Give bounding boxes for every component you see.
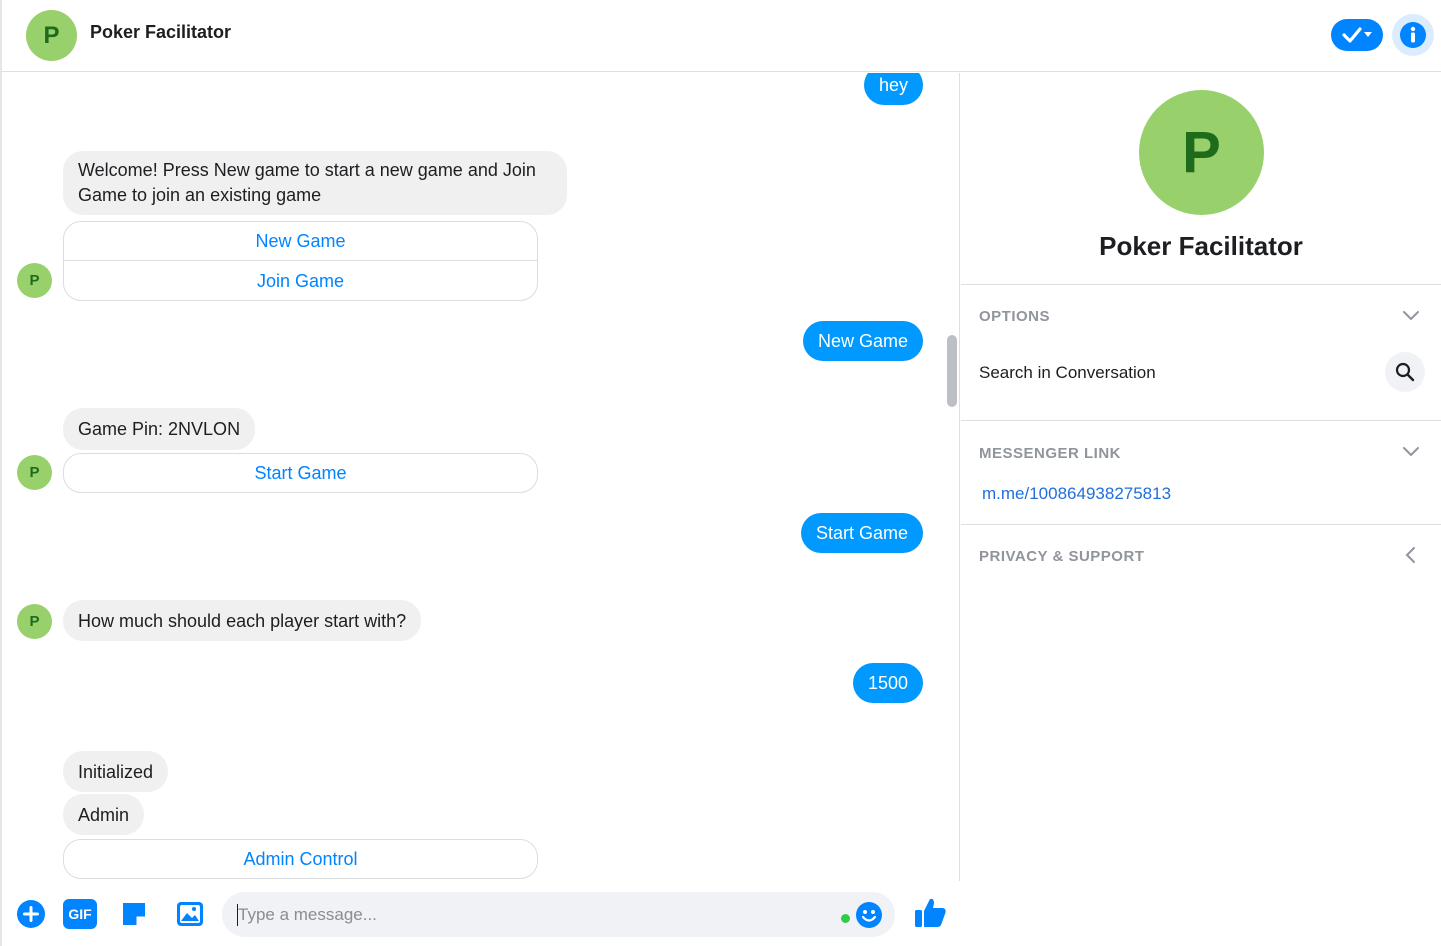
divider	[961, 524, 1441, 525]
outgoing-message: New Game	[802, 321, 923, 361]
divider	[961, 420, 1441, 421]
admin-control-button[interactable]: Admin Control	[64, 840, 537, 878]
bot-avatar[interactable]: P	[17, 455, 52, 490]
bot-avatar[interactable]: P	[17, 263, 52, 298]
header-avatar[interactable]: P	[26, 10, 77, 61]
chevron-left-icon[interactable]	[1401, 545, 1421, 565]
incoming-message: Game Pin: 2NVLON	[63, 408, 256, 450]
message-list[interactable]: hey Welcome! Press New game to start a n…	[2, 73, 960, 881]
smile-icon[interactable]	[855, 901, 883, 929]
search-button[interactable]	[1385, 352, 1425, 392]
conversation-title[interactable]: Poker Facilitator	[90, 22, 231, 43]
search-in-conversation[interactable]: Search in Conversation	[979, 363, 1156, 383]
bot-avatar[interactable]: P	[17, 604, 52, 639]
chevron-down-icon[interactable]	[1401, 442, 1421, 462]
new-game-button[interactable]: New Game	[64, 222, 537, 260]
check-icon	[1342, 27, 1362, 43]
info-panel: P Poker Facilitator OPTIONS Search in Co…	[961, 73, 1441, 946]
thumbs-up-icon[interactable]	[912, 896, 948, 930]
plus-icon[interactable]	[16, 899, 46, 929]
search-icon	[1395, 362, 1415, 382]
outgoing-message: hey	[863, 73, 923, 105]
join-game-button[interactable]: Join Game	[64, 260, 537, 300]
info-icon	[1400, 22, 1426, 48]
privacy-support-section-title[interactable]: PRIVACY & SUPPORT	[979, 548, 1144, 565]
caret-down-icon	[1364, 32, 1372, 37]
chevron-down-icon[interactable]	[1401, 306, 1421, 326]
conversation-header: P Poker Facilitator	[2, 0, 1441, 72]
incoming-message: Admin	[63, 794, 145, 835]
composer: GIF Type a message...	[2, 881, 960, 946]
outgoing-message: 1500	[852, 663, 923, 703]
profile-avatar[interactable]: P	[1139, 90, 1264, 215]
check-menu-button[interactable]	[1331, 19, 1383, 51]
incoming-message: Welcome! Press New game to start a new g…	[63, 151, 567, 215]
messenger-link[interactable]: m.me/100864938275813	[982, 484, 1171, 504]
gif-icon[interactable]: GIF	[63, 899, 97, 929]
message-line: Welcome! Press New game to start a new g…	[78, 160, 536, 180]
message-placeholder: Type a message...	[238, 905, 377, 924]
divider	[961, 284, 1441, 285]
info-button[interactable]	[1392, 14, 1434, 56]
sticker-icon[interactable]	[119, 899, 149, 929]
online-dot	[841, 914, 850, 923]
button-template: Start Game	[63, 453, 538, 493]
outgoing-message: Start Game	[800, 513, 923, 553]
button-template: Admin Control	[63, 839, 538, 879]
start-game-button[interactable]: Start Game	[64, 454, 537, 492]
messenger-link-section-title[interactable]: MESSENGER LINK	[979, 445, 1121, 462]
incoming-message: How much should each player start with?	[63, 600, 422, 641]
incoming-message: Initialized	[63, 751, 169, 792]
message-line: Game to join an existing game	[78, 185, 322, 205]
scrollbar-thumb[interactable]	[947, 335, 957, 407]
options-section-title[interactable]: OPTIONS	[979, 308, 1050, 325]
profile-name: Poker Facilitator	[1099, 231, 1303, 261]
message-input[interactable]: Type a message...	[222, 892, 895, 937]
image-icon[interactable]	[175, 899, 205, 929]
button-template: New Game Join Game	[63, 221, 538, 301]
